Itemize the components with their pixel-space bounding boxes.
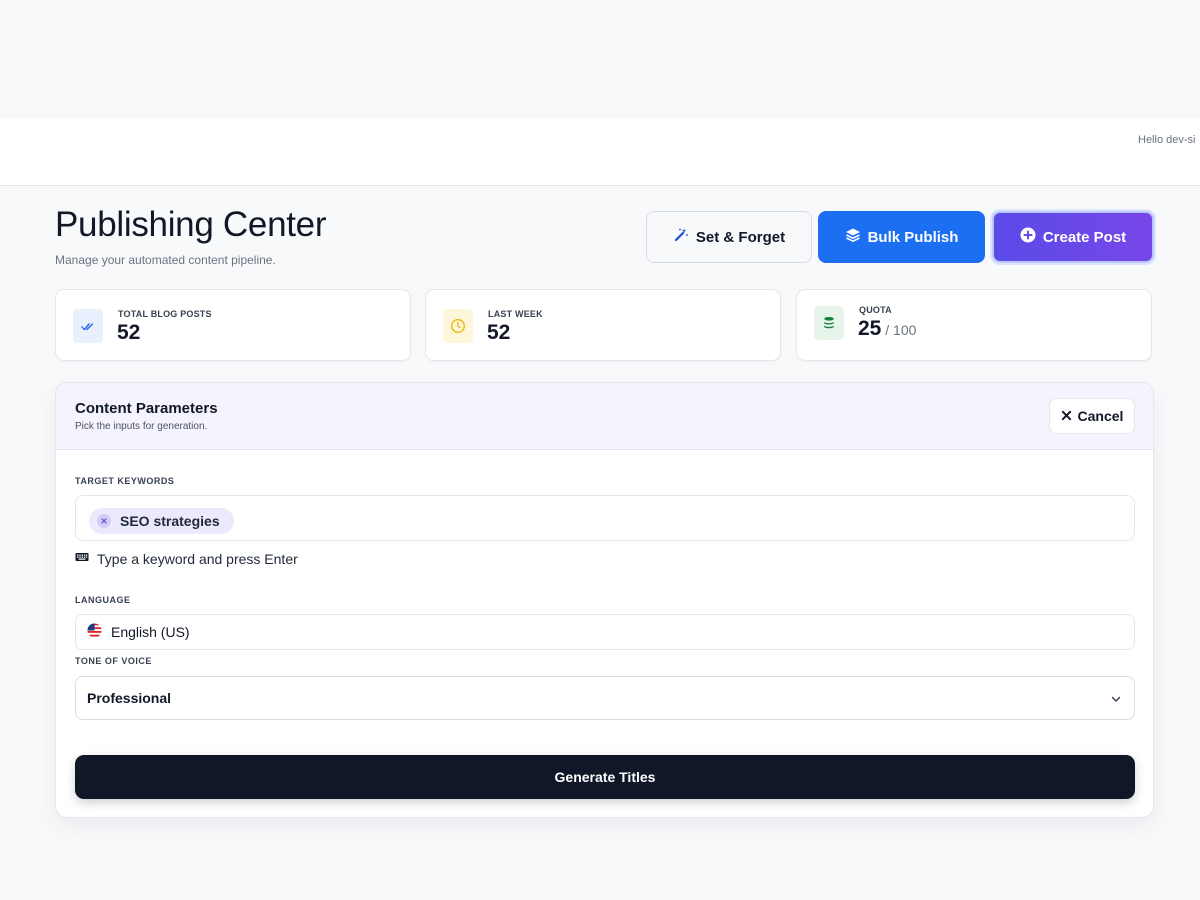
double-check-icon [73,309,103,343]
bulk-publish-button[interactable]: Bulk Publish [818,211,985,263]
stat-value: 25 / 100 [858,317,916,341]
bulk-publish-label: Bulk Publish [867,228,959,246]
page-title: Publishing Center [55,205,327,244]
generate-titles-button[interactable]: Generate Titles [75,755,1135,799]
content-parameters-panel: Content Parameters Pick the inputs for g… [55,382,1154,818]
create-post-button[interactable]: Create Post [992,211,1154,263]
panel-title: Content Parameters [75,400,218,417]
stat-label: LAST WEEK [488,309,543,319]
top-bar: Hello dev-si [0,119,1200,186]
tone-value: Professional [87,690,172,706]
keywords-hint-text: Type a keyword and press Enter [97,550,298,567]
stat-label: QUOTA [859,305,892,315]
language-select[interactable]: English (US) [75,614,1135,650]
magic-wand-icon [673,227,689,247]
language-value: English (US) [111,624,190,640]
cancel-button[interactable]: Cancel [1049,398,1135,434]
quota-used: 25 [858,317,882,340]
keywords-label: TARGET KEYWORDS [75,476,175,486]
stat-label: TOTAL BLOG POSTS [118,309,212,319]
keywords-input[interactable]: SEO strategies [75,495,1135,541]
clock-icon [443,309,473,343]
generate-titles-label: Generate Titles [554,769,656,785]
page-subtitle: Manage your automated content pipeline. [55,253,276,267]
quota-total: / 100 [881,322,917,338]
tone-select[interactable]: Professional [75,676,1135,720]
keyword-chip-label: SEO strategies [120,513,220,529]
panel-header: Content Parameters Pick the inputs for g… [56,383,1153,450]
layers-icon [845,227,861,247]
plus-circle-icon [1020,227,1036,247]
keywords-hint: Type a keyword and press Enter [75,550,298,567]
us-flag-icon [87,623,102,641]
tone-label: TONE OF VOICE [75,656,152,666]
set-and-forget-button[interactable]: Set & Forget [646,211,812,263]
keyword-chip: SEO strategies [89,508,234,534]
close-icon [1061,408,1072,424]
set-and-forget-label: Set & Forget [695,228,786,246]
remove-chip-icon[interactable] [97,514,111,528]
stat-value: 52 [117,321,141,344]
stat-card-total-posts: TOTAL BLOG POSTS 52 [55,289,411,361]
create-post-label: Create Post [1042,228,1127,246]
user-greeting: Hello dev-si [1138,134,1196,146]
database-icon [814,306,844,340]
keyboard-icon [75,550,89,567]
stat-card-quota: QUOTA 25 / 100 [796,289,1152,361]
stat-value: 52 [487,321,511,344]
chevron-down-icon [1110,692,1122,704]
language-label: LANGUAGE [75,595,131,605]
panel-subtitle: Pick the inputs for generation. [75,421,208,432]
stat-card-last-week: LAST WEEK 52 [425,289,781,361]
cancel-label: Cancel [1077,408,1124,424]
